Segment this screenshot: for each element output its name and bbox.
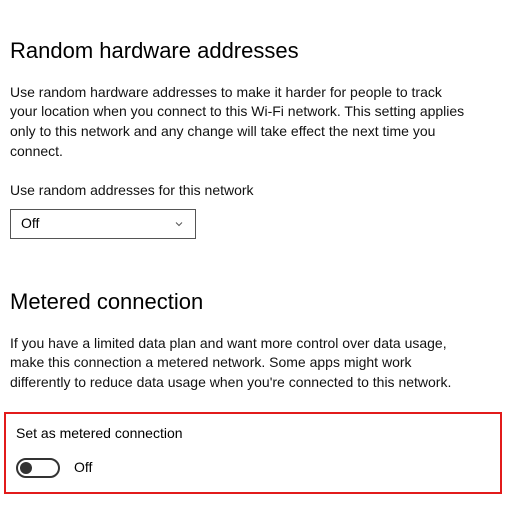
metered-connection-heading: Metered connection bbox=[10, 287, 496, 318]
metered-toggle-row: Off bbox=[16, 458, 490, 478]
metered-toggle-label: Set as metered connection bbox=[16, 424, 490, 444]
random-addresses-value: Off bbox=[21, 214, 39, 234]
random-hardware-heading: Random hardware addresses bbox=[10, 36, 496, 67]
random-addresses-label: Use random addresses for this network bbox=[10, 181, 496, 201]
random-hardware-description: Use random hardware addresses to make it… bbox=[10, 83, 470, 161]
metered-toggle-state: Off bbox=[74, 458, 92, 478]
metered-highlight-box: Set as metered connection Off bbox=[4, 412, 502, 494]
metered-toggle[interactable] bbox=[16, 458, 60, 478]
metered-connection-description: If you have a limited data plan and want… bbox=[10, 334, 470, 393]
chevron-down-icon bbox=[173, 218, 185, 230]
random-addresses-select[interactable]: Off bbox=[10, 209, 196, 239]
toggle-knob-icon bbox=[20, 462, 32, 474]
